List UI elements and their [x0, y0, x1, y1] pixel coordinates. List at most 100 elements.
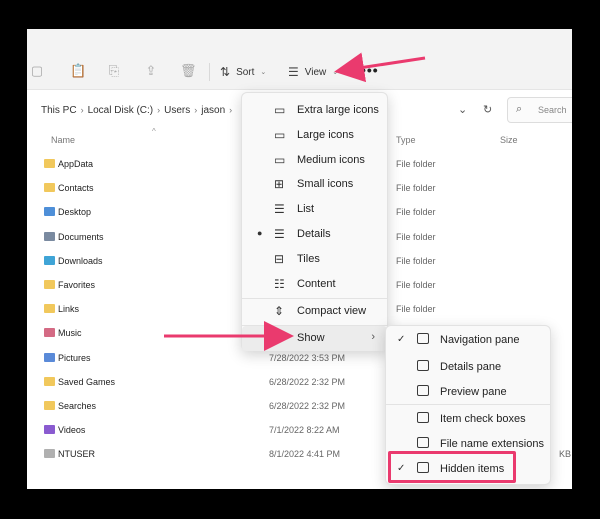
menu-item-small-icons[interactable]: ⊞ Small icons — [242, 172, 387, 197]
pane-icon — [417, 360, 429, 371]
menu-item-list[interactable]: ☰ List — [242, 197, 387, 222]
file-name: Desktop — [58, 207, 92, 218]
folder-icon — [44, 231, 55, 241]
tiles-icon: ⊟ — [274, 251, 285, 266]
file-type: File folder — [396, 280, 436, 290]
file-type: File folder — [396, 255, 436, 266]
view-icon: ☰ — [288, 65, 299, 79]
chevron-right-icon: › — [371, 331, 375, 343]
content-icon: ☷ — [274, 276, 285, 291]
file-name: Videos — [58, 425, 86, 436]
folder-icon — [44, 183, 55, 193]
file-date: 7/28/2022 3:53 PM — [269, 352, 346, 363]
view-button[interactable]: ☰ View ⌄ — [288, 62, 338, 82]
menu-item-compact-view[interactable]: ⇕ Compact view — [242, 299, 387, 324]
menu-separator — [386, 404, 550, 405]
file-name: Links — [58, 304, 80, 315]
pane-icon — [417, 412, 429, 423]
crumb-this-pc[interactable]: This PC — [41, 105, 77, 116]
menu-item-large-icons[interactable]: ▭ Large icons — [242, 123, 387, 148]
file-name: Saved Games — [58, 376, 116, 387]
file-name: Contacts — [58, 183, 94, 194]
hidden-items-highlight — [388, 451, 516, 483]
file-name: Favorites — [58, 280, 96, 290]
new-icon[interactable]: ▢ — [30, 64, 44, 78]
file-name: Documents — [58, 231, 104, 242]
file-type: File folder — [396, 207, 436, 218]
menu-item-content[interactable]: ☷ Content — [242, 272, 387, 297]
grid-icon: ⊞ — [274, 177, 285, 192]
column-header-name[interactable]: Name — [51, 135, 75, 145]
file-type: File folder — [396, 159, 436, 169]
pane-icon — [417, 437, 429, 448]
sort-label: Sort — [236, 66, 255, 78]
paste-icon[interactable]: 📋 — [70, 64, 86, 78]
folder-icon — [44, 255, 55, 265]
file-name: Music — [58, 328, 82, 339]
submenu-item-item-check-boxes[interactable]: Item check boxes — [386, 407, 550, 432]
chevron-right-icon: › — [194, 105, 198, 115]
details-icon: ☰ — [274, 227, 285, 241]
file-date: 7/1/2022 8:22 AM — [269, 425, 340, 436]
monitor-icon: ▭ — [274, 152, 286, 167]
file-type: File folder — [396, 183, 436, 194]
crumb-local-disk[interactable]: Local Disk (C:) — [88, 105, 154, 116]
see-more-button[interactable]: ••• — [361, 63, 379, 77]
column-header-size[interactable]: Size — [500, 135, 518, 145]
view-label: View — [304, 66, 327, 78]
search-box[interactable]: ⌕ Search — [507, 97, 572, 123]
file-name: Downloads — [58, 255, 103, 266]
folder-icon — [44, 401, 55, 410]
chevron-right-icon: › — [157, 105, 161, 115]
sort-icon: ⇅ — [220, 65, 231, 79]
folder-icon — [44, 449, 55, 459]
rename-icon[interactable]: ⎘ — [107, 64, 121, 78]
menu-item-show[interactable]: Show › — [242, 326, 387, 351]
folder-icon — [44, 159, 55, 168]
file-date: 6/28/2022 2:32 PM — [269, 376, 346, 387]
submenu-item-details-pane[interactable]: Details pane — [386, 355, 550, 380]
chevron-right-icon: › — [229, 105, 233, 115]
file-type: File folder — [396, 304, 436, 315]
file-name: Pictures — [58, 352, 91, 363]
checkmark-icon: ✓ — [397, 334, 406, 345]
folder-icon — [44, 425, 55, 435]
folder-icon — [44, 304, 55, 314]
folder-icon — [44, 280, 55, 289]
delete-icon[interactable]: 🗑 — [180, 64, 197, 78]
file-date: 6/28/2022 2:32 PM — [269, 401, 346, 411]
folder-icon — [44, 328, 55, 338]
toolbar-separator — [209, 63, 210, 81]
pane-icon — [417, 333, 429, 344]
file-size: KB — [559, 449, 572, 460]
file-name: AppData — [58, 159, 94, 169]
sort-button[interactable]: ⇅ Sort ⌄ — [220, 62, 266, 82]
breadcrumb: This PC › Local Disk (C:) › Users › jason › — [41, 105, 236, 116]
file-name: Searches — [58, 401, 97, 411]
sort-ascending-icon: ^ — [152, 127, 156, 136]
pane-icon — [417, 385, 429, 396]
command-bar: ▢ 📋 ⎘ ⇪ 🗑 ⇅ Sort ⌄ ☰ View ⌄ ••• — [27, 29, 572, 90]
compact-view-icon: ⇕ — [274, 304, 285, 318]
file-type: File folder — [396, 231, 436, 242]
share-icon[interactable]: ⇪ — [144, 64, 158, 78]
file-date: 8/1/2022 4:41 PM — [269, 449, 341, 460]
menu-item-medium-icons[interactable]: ▭ Medium icons — [242, 148, 387, 173]
chevron-down-icon: ⌄ — [332, 69, 339, 76]
refresh-icon[interactable]: ↻ — [483, 103, 492, 116]
view-menu: ▭ Extra large icons ▭ Large icons ▭ Medium ic… — [241, 92, 388, 351]
menu-item-tiles[interactable]: ⊟ Tiles — [242, 247, 387, 272]
folder-icon — [44, 352, 55, 362]
folder-icon — [44, 376, 55, 386]
submenu-item-navigation-pane[interactable]: ✓ Navigation pane — [386, 328, 550, 353]
address-dropdown-icon[interactable]: ⌄ — [458, 103, 467, 116]
menu-item-details[interactable]: ● ☰ Details — [242, 222, 387, 247]
search-placeholder: Search — [538, 105, 567, 115]
menu-item-extra-large-icons[interactable]: ▭ Extra large icons — [242, 98, 387, 123]
search-icon: ⌕ — [516, 103, 523, 115]
selected-bullet-icon: ● — [257, 228, 263, 238]
crumb-users[interactable]: Users — [164, 105, 190, 116]
crumb-jason[interactable]: jason — [201, 105, 225, 116]
submenu-item-preview-pane[interactable]: Preview pane — [386, 380, 550, 405]
column-header-type[interactable]: Type — [396, 135, 416, 145]
